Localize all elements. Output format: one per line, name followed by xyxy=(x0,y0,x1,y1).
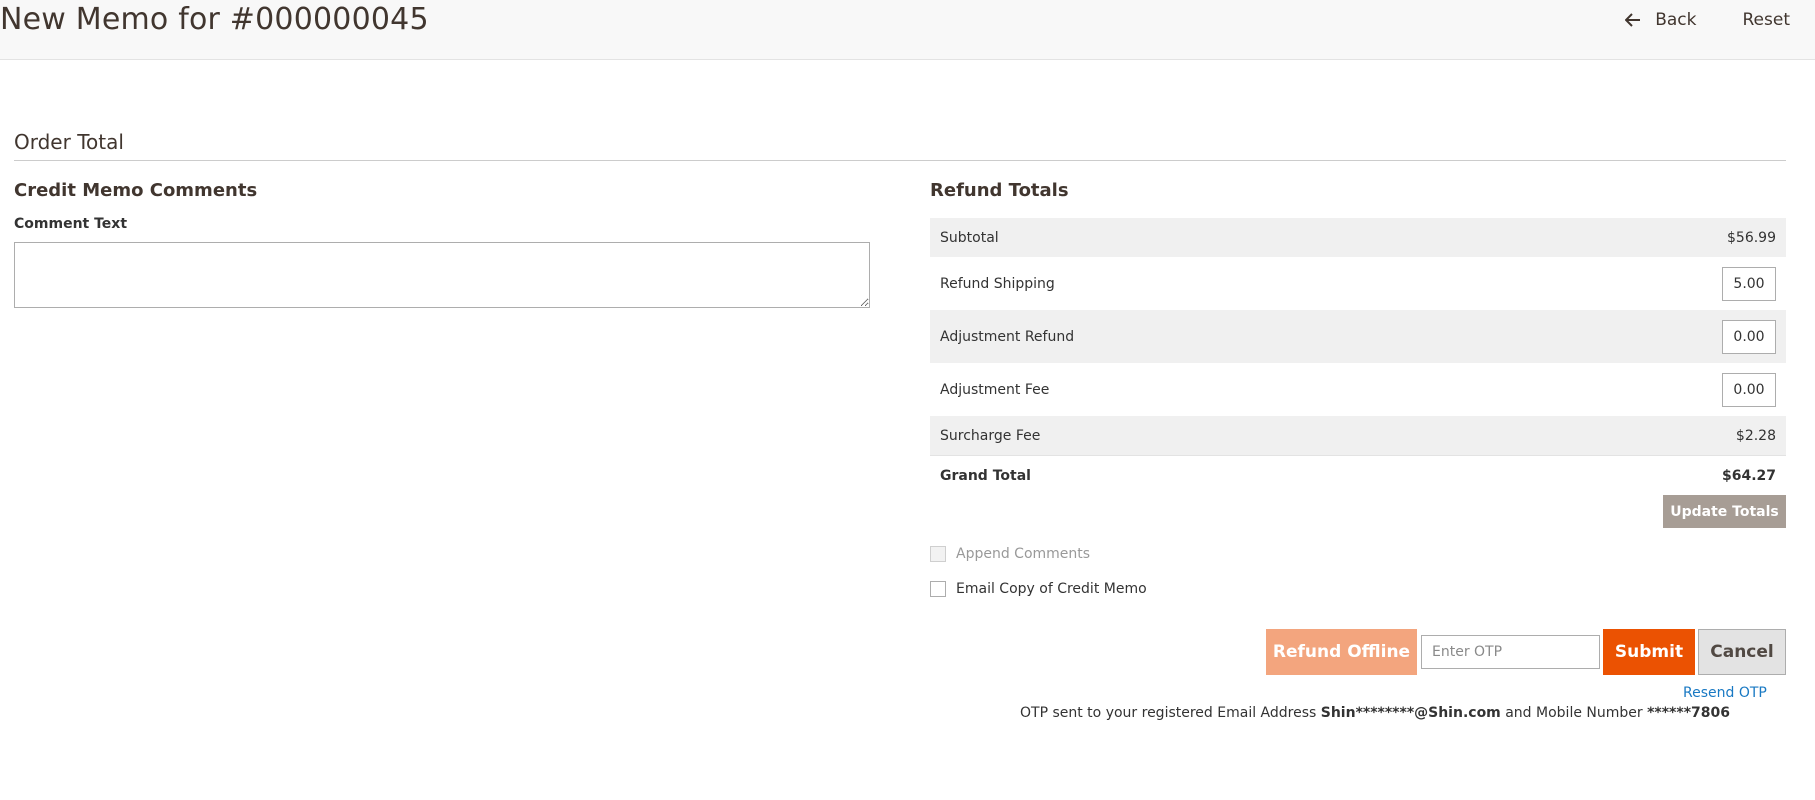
grand-total-value: $64.27 xyxy=(1721,467,1776,484)
update-totals-button[interactable]: Update Totals xyxy=(1663,495,1786,528)
subtotal-row: Subtotal $56.99 xyxy=(930,218,1786,257)
adjustment-refund-label: Adjustment Refund xyxy=(940,328,1075,345)
cancel-button[interactable]: Cancel xyxy=(1698,629,1786,675)
otp-notice-mobile: ******7806 xyxy=(1647,705,1730,721)
refund-shipping-row: Refund Shipping xyxy=(930,257,1786,310)
refund-shipping-label: Refund Shipping xyxy=(940,275,1055,292)
arrow-left-icon xyxy=(1625,13,1641,27)
submit-button[interactable]: Submit xyxy=(1603,629,1695,675)
header-actions: Back Reset xyxy=(1625,10,1790,30)
comment-text-field[interactable] xyxy=(14,242,870,308)
credit-memo-comments-title: Credit Memo Comments xyxy=(14,180,258,201)
adjustment-fee-label: Adjustment Fee xyxy=(940,381,1050,398)
adjustment-fee-input[interactable] xyxy=(1722,372,1776,407)
email-copy-checkbox[interactable] xyxy=(930,581,946,597)
adjustment-refund-input[interactable] xyxy=(1722,319,1776,354)
refund-offline-button[interactable]: Refund Offline xyxy=(1266,629,1417,675)
otp-notice: OTP sent to your registered Email Addres… xyxy=(1020,705,1730,721)
comment-text-label: Comment Text xyxy=(14,216,128,232)
otp-notice-prefix: OTP sent to your registered Email Addres… xyxy=(1020,705,1321,721)
back-button[interactable]: Back xyxy=(1625,10,1697,30)
append-comments-label: Append Comments xyxy=(956,546,1091,562)
refund-totals-title: Refund Totals xyxy=(930,180,1069,201)
surcharge-fee-row: Surcharge Fee $2.28 xyxy=(930,416,1786,455)
order-total-title: Order Total xyxy=(14,130,124,154)
surcharge-fee-value: $2.28 xyxy=(1735,427,1776,444)
subtotal-value: $56.99 xyxy=(1727,229,1776,246)
append-comments-option: Append Comments xyxy=(930,546,1090,562)
back-button-label: Back xyxy=(1655,10,1697,30)
refund-totals-table: Subtotal $56.99 Refund Shipping Adjustme… xyxy=(930,218,1786,495)
append-comments-checkbox[interactable] xyxy=(930,546,946,562)
otp-notice-middle: and Mobile Number xyxy=(1500,705,1648,721)
action-bar: Refund Offline Submit Cancel xyxy=(1266,629,1786,675)
otp-input[interactable] xyxy=(1421,635,1600,669)
adjustment-refund-row: Adjustment Refund xyxy=(930,310,1786,363)
grand-total-label: Grand Total xyxy=(940,467,1031,484)
otp-notice-email: Shin********@Shin.com xyxy=(1320,705,1501,721)
page-header: New Memo for #000000045 Back Reset xyxy=(0,0,1815,60)
refund-shipping-input[interactable] xyxy=(1722,266,1776,301)
resend-otp-link[interactable]: Resend OTP xyxy=(1683,685,1767,701)
adjustment-fee-row: Adjustment Fee xyxy=(930,363,1786,416)
surcharge-fee-label: Surcharge Fee xyxy=(940,427,1041,444)
page-title: New Memo for #000000045 xyxy=(0,2,429,37)
email-copy-option: Email Copy of Credit Memo xyxy=(930,581,1147,597)
email-copy-label: Email Copy of Credit Memo xyxy=(956,581,1147,597)
subtotal-label: Subtotal xyxy=(940,229,999,246)
grand-total-row: Grand Total $64.27 xyxy=(930,455,1786,495)
reset-button[interactable]: Reset xyxy=(1743,10,1791,30)
section-divider xyxy=(14,160,1786,161)
